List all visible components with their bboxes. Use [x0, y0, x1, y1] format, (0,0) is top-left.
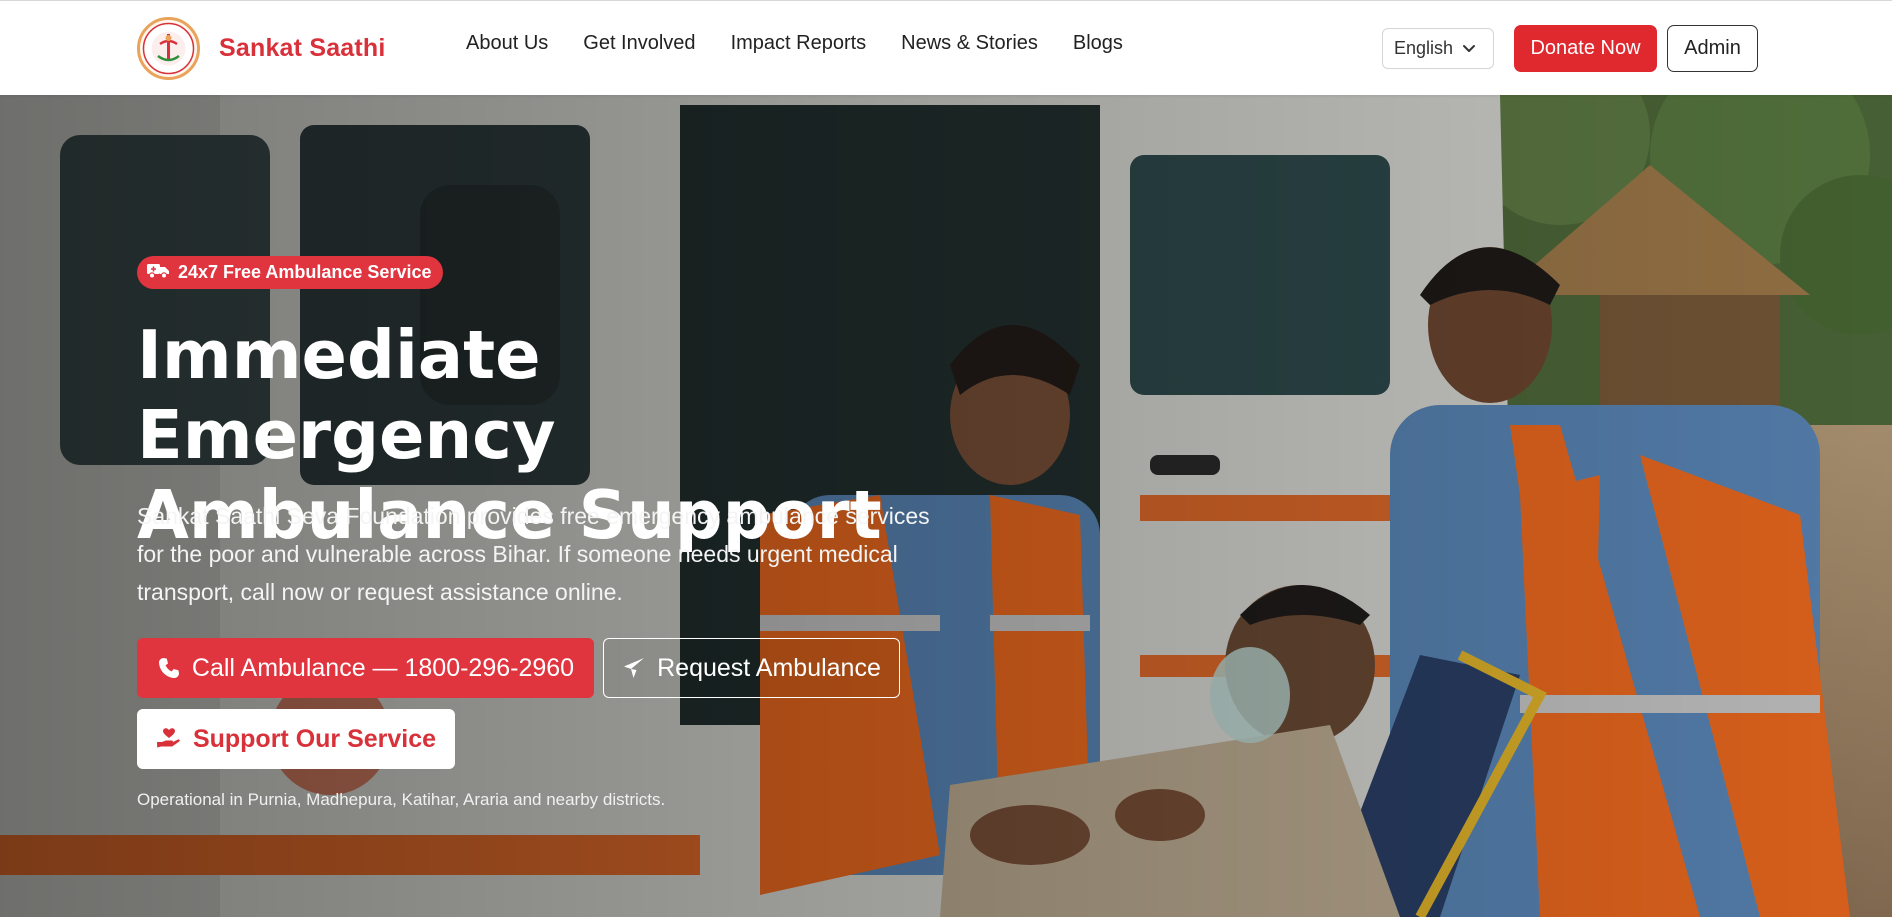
- request-ambulance-button[interactable]: Request Ambulance: [603, 638, 900, 698]
- support-service-button[interactable]: Support Our Service: [137, 709, 455, 769]
- main-nav: About Us Get Involved Impact Reports New…: [466, 32, 1158, 55]
- operations-note: Operational in Purnia, Madhepura, Katiha…: [137, 790, 666, 809]
- language-selected: English: [1394, 38, 1454, 58]
- badge-label: 24x7 Free Ambulance Service: [178, 262, 432, 282]
- nav-blogs[interactable]: Blogs: [1073, 32, 1123, 55]
- nav-get-involved[interactable]: Get Involved: [583, 32, 695, 55]
- request-ambulance-label: Request Ambulance: [657, 653, 881, 682]
- admin-button[interactable]: Admin: [1667, 25, 1758, 72]
- service-badge: 24x7 Free Ambulance Service: [137, 256, 444, 289]
- nav-about-us[interactable]: About Us: [466, 32, 548, 55]
- nav-impact-reports[interactable]: Impact Reports: [731, 32, 867, 55]
- ambulance-truck-icon: [146, 261, 170, 284]
- top-navbar: Sankat Saathi About Us Get Involved Impa…: [0, 0, 1892, 95]
- brand-name: Sankat Saathi: [219, 33, 386, 62]
- hero-section: 24x7 Free Ambulance Service Immediate Em…: [0, 95, 1892, 917]
- nav-news-stories[interactable]: News & Stories: [901, 32, 1038, 55]
- support-service-label: Support Our Service: [192, 724, 437, 753]
- hero-title-line-1: Immediate Emergency: [137, 316, 556, 474]
- phone-icon: [157, 656, 181, 680]
- language-select[interactable]: English: [1382, 28, 1494, 69]
- call-ambulance-label: Call Ambulance — 1800-296-2960: [191, 653, 575, 682]
- paper-plane-icon: [622, 656, 646, 680]
- hero-description: Sankat Saathi Seva Foundation provides f…: [137, 503, 930, 605]
- chevron-down-icon: [1461, 40, 1477, 61]
- brand-link[interactable]: Sankat Saathi: [137, 15, 386, 81]
- donate-now-button[interactable]: Donate Now: [1514, 25, 1657, 72]
- hand-heart-icon: [156, 727, 182, 751]
- call-ambulance-button[interactable]: Call Ambulance — 1800-296-2960: [137, 638, 594, 698]
- logo-icon: [137, 16, 200, 80]
